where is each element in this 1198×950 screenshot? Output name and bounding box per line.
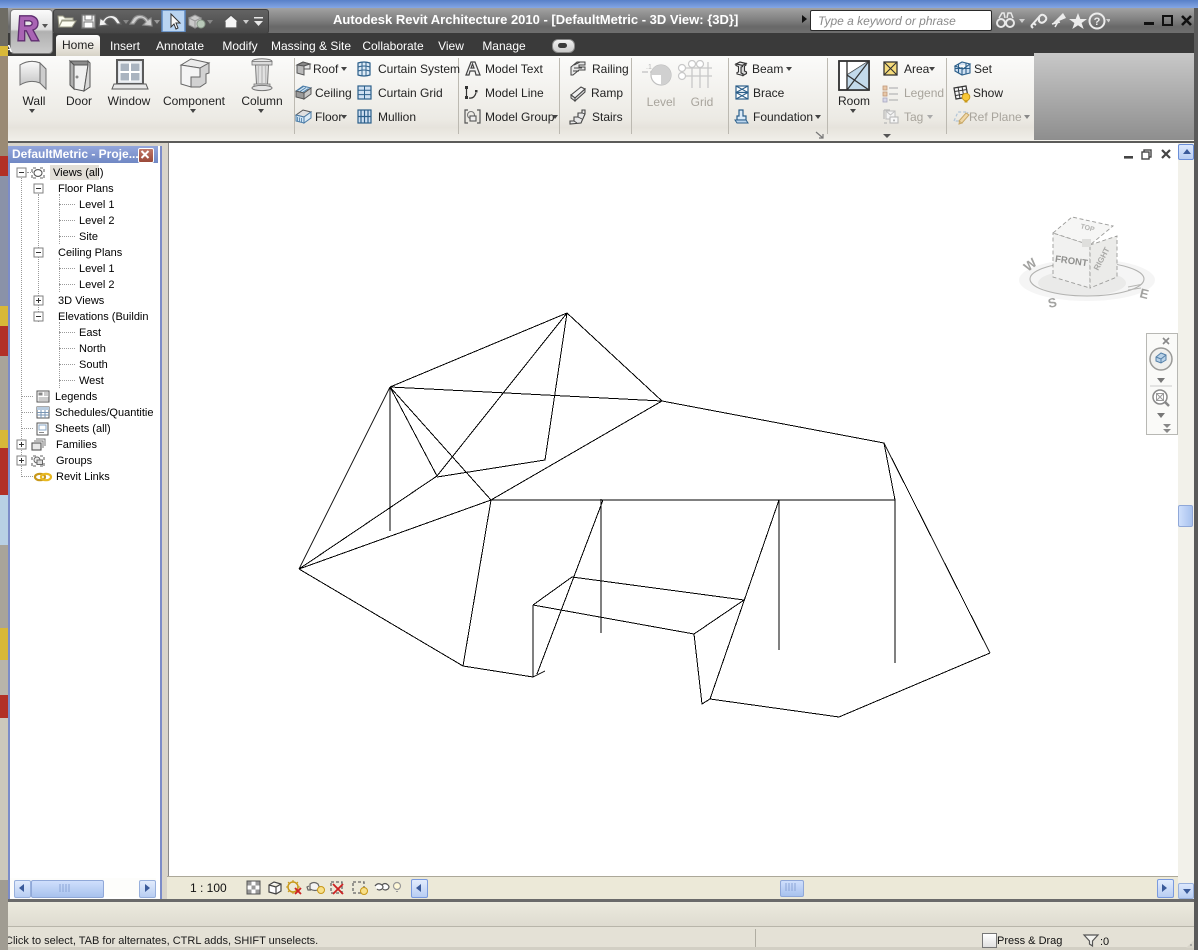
svg-text:?: ? (1094, 16, 1101, 28)
svg-text:.1: .1 (646, 64, 652, 71)
